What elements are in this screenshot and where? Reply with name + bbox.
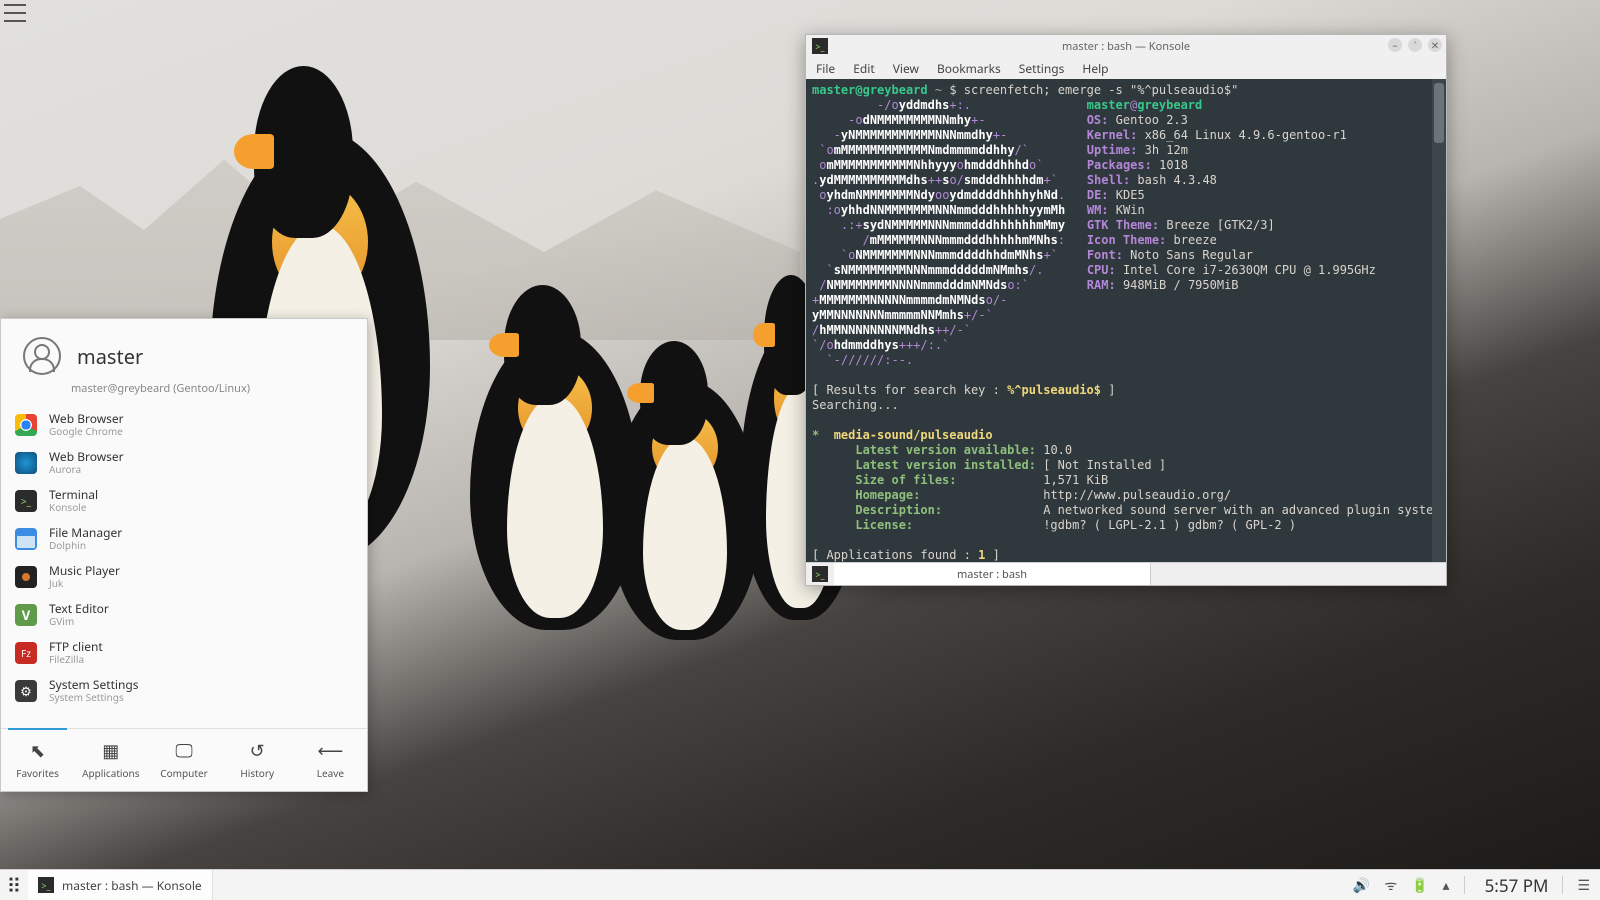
task-label: master : bash — Konsole: [62, 877, 202, 894]
tray-separator: [1464, 876, 1465, 894]
app-subtitle: Konsole: [49, 502, 98, 513]
wallpaper-mountains: [0, 120, 800, 340]
kde-start-button[interactable]: ⠿: [0, 871, 28, 899]
favorite-app[interactable]: FTP clientFileZilla: [1, 634, 367, 672]
window-titlebar[interactable]: >_ master : bash — Konsole – ˄ ✕: [806, 35, 1446, 57]
filezilla-icon: [15, 642, 37, 664]
taskbar: ⠿ >_ master : bash — Konsole 🔊 ᯤ 🔋 ▴ 5:5…: [0, 869, 1600, 900]
favorite-app[interactable]: TerminalKonsole: [1, 482, 367, 520]
menu-bar: File Edit View Bookmarks Settings Help: [806, 57, 1446, 79]
aurora-icon: [15, 452, 37, 474]
favorite-app[interactable]: Web BrowserAurora: [1, 444, 367, 482]
menu-edit[interactable]: Edit: [853, 60, 874, 77]
system-tray: 🔊 ᯤ 🔋 ▴ 5:57 PM ☰: [1343, 874, 1600, 897]
konsole-window: >_ master : bash — Konsole – ˄ ✕ File Ed…: [805, 34, 1447, 586]
terminal-output[interactable]: master@greybeard ~ $ screenfetch; emerge…: [806, 79, 1446, 562]
settings-icon: [15, 680, 37, 702]
new-tab-icon[interactable]: >_: [812, 566, 828, 582]
hamburger-icon[interactable]: [4, 4, 26, 22]
clock[interactable]: 5:57 PM: [1485, 874, 1549, 897]
tab-label: master : bash: [957, 567, 1027, 582]
music-icon: [15, 566, 37, 588]
favorite-app[interactable]: System SettingsSystem Settings: [1, 672, 367, 710]
konsole-icon: >_: [38, 877, 54, 893]
history-icon: ↺: [246, 740, 268, 762]
menu-settings[interactable]: Settings: [1019, 60, 1065, 77]
user-avatar-icon: [23, 337, 61, 375]
wallpaper-penguin: [470, 330, 640, 630]
wallpaper-penguin: [610, 380, 760, 640]
battery-icon[interactable]: 🔋: [1411, 876, 1428, 895]
computer-icon: 🖵: [173, 740, 195, 762]
close-button[interactable]: ✕: [1428, 38, 1442, 52]
app-subtitle: GVim: [49, 616, 109, 627]
tab-leave[interactable]: ⟵ Leave: [294, 729, 367, 791]
terminal-scrollbar[interactable]: [1432, 79, 1446, 562]
tab-label: Applications: [82, 766, 139, 780]
leave-icon: ⟵: [319, 740, 341, 762]
menu-view[interactable]: View: [893, 60, 919, 77]
favorite-app[interactable]: File ManagerDolphin: [1, 520, 367, 558]
task-konsole[interactable]: >_ master : bash — Konsole: [28, 870, 213, 900]
maximize-button[interactable]: ˄: [1408, 38, 1422, 52]
tray-separator: [1562, 876, 1563, 894]
chrome-icon: [15, 414, 37, 436]
favorite-app[interactable]: Web BrowserGoogle Chrome: [1, 406, 367, 444]
menu-help[interactable]: Help: [1082, 60, 1108, 77]
favorites-list: Web BrowserGoogle ChromeWeb BrowserAuror…: [1, 406, 367, 710]
wifi-icon[interactable]: ᯤ: [1384, 876, 1397, 895]
tab-history[interactable]: ↺ History: [221, 729, 294, 791]
launcher-user-header: master: [1, 319, 367, 381]
menu-file[interactable]: File: [816, 60, 835, 77]
user-name: master: [77, 343, 143, 370]
application-launcher: master master@greybeard (Gentoo/Linux) W…: [0, 318, 368, 792]
app-subtitle: Juk: [49, 578, 120, 589]
show-desktop-icon[interactable]: ☰: [1577, 876, 1590, 895]
tab-label: History: [240, 766, 274, 780]
app-subtitle: Dolphin: [49, 540, 122, 551]
favorite-app[interactable]: Text EditorGVim: [1, 596, 367, 634]
tab-label: Favorites: [16, 766, 59, 780]
folder-icon: [15, 528, 37, 550]
cursor-icon: ⬉: [27, 740, 49, 762]
app-subtitle: Google Chrome: [49, 426, 124, 437]
tray-expand-icon[interactable]: ▴: [1443, 876, 1450, 895]
window-title: master : bash — Konsole: [806, 39, 1446, 54]
tab-computer[interactable]: 🖵 Computer: [147, 729, 220, 791]
menu-bookmarks[interactable]: Bookmarks: [937, 60, 1001, 77]
tab-favorites[interactable]: ⬉ Favorites: [1, 729, 74, 791]
tab-label: Computer: [160, 766, 207, 780]
gvim-icon: [15, 604, 37, 626]
volume-icon[interactable]: 🔊: [1353, 876, 1370, 895]
app-subtitle: Aurora: [49, 464, 124, 475]
favorite-app[interactable]: Music PlayerJuk: [1, 558, 367, 596]
minimize-button[interactable]: –: [1388, 38, 1402, 52]
konsole-tab[interactable]: master : bash: [834, 563, 1151, 585]
tab-applications[interactable]: ▦ Applications: [74, 729, 147, 791]
terminal-icon: [15, 490, 37, 512]
grid-icon: ▦: [100, 740, 122, 762]
app-subtitle: FileZilla: [49, 654, 103, 665]
konsole-tab-bar: >_ master : bash: [806, 562, 1446, 585]
launcher-tabs: ⬉ Favorites ▦ Applications 🖵 Computer ↺ Hist…: [1, 728, 367, 791]
user-host-label: master@greybeard (Gentoo/Linux): [71, 381, 367, 396]
app-subtitle: System Settings: [49, 692, 139, 703]
tab-label: Leave: [317, 766, 344, 780]
